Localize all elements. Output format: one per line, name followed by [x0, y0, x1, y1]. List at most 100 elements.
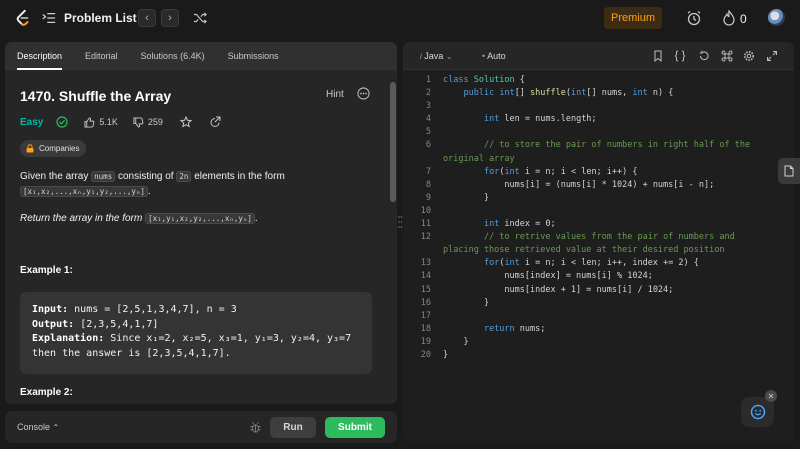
thumbs-up-icon[interactable] — [84, 116, 95, 128]
lock-icon — [26, 144, 34, 153]
premium-button[interactable]: Premium — [604, 7, 662, 29]
example-input: nums = [2,5,1,3,4,7], n = 3 — [74, 304, 237, 315]
difficulty-badge: Easy — [20, 116, 44, 128]
return-statement: Return the array in the form [x₁,y₁,x₂,y… — [20, 211, 375, 226]
shuffle-icon[interactable] — [193, 11, 207, 25]
console-toggle[interactable]: Console ⌃ — [17, 422, 59, 432]
thumbs-down-icon[interactable] — [133, 116, 144, 128]
close-icon[interactable]: ✕ — [765, 390, 777, 402]
bookmark-icon[interactable] — [652, 50, 664, 62]
alarm-clock-icon[interactable] — [686, 10, 702, 26]
console-label: Console — [17, 422, 51, 432]
line-number: 20 — [420, 349, 431, 360]
inline-code-return-form: [x₁,y₁,x₂,y₂,...,xₙ,yₙ] — [145, 213, 255, 224]
statement-given: Given the array — [20, 171, 89, 182]
line-number: 16 — [420, 297, 431, 308]
code-line: 11 int index = 0; — [403, 218, 794, 231]
language-select[interactable]: i Java ⌄ — [420, 51, 453, 61]
code-line: 14 nums[index] = nums[i] % 1024; — [403, 270, 794, 283]
example-2-title: Example 2: — [20, 387, 73, 398]
avatar[interactable] — [768, 9, 785, 26]
language-label: Java — [424, 51, 444, 61]
statement-consisting: consisting of — [118, 171, 174, 182]
braces-icon[interactable] — [674, 50, 686, 62]
leetcode-logo-icon[interactable] — [14, 9, 32, 27]
tab-solutions[interactable]: Solutions (6.4K) — [141, 42, 205, 70]
settings-gear-icon[interactable] — [743, 50, 755, 62]
chevron-right-icon: › — [168, 12, 172, 24]
run-button[interactable]: Run — [270, 417, 316, 438]
tab-editorial[interactable]: Editorial — [85, 42, 118, 70]
code-line: 8 nums[i] = (nums[i] * 1024) + nums[i - … — [403, 179, 794, 192]
more-options-icon[interactable] — [357, 87, 370, 100]
tab-submissions[interactable]: Submissions — [228, 42, 279, 70]
return-period: . — [254, 213, 258, 224]
tab-description[interactable]: Description — [17, 42, 63, 70]
code-line-wrap: original array — [443, 153, 515, 164]
code-line: 7 for(int i = n; i < len; i++) { — [403, 166, 794, 179]
code-line: 17 — [403, 310, 794, 323]
problem-meta: Easy 5.1K 259 — [20, 114, 221, 130]
debug-bug-icon[interactable] — [249, 421, 262, 434]
line-number: 9 — [425, 192, 431, 203]
description-panel: Description Editorial Solutions (6.4K) S… — [5, 42, 397, 404]
console-bar: Console ⌃ Run Submit — [5, 411, 397, 443]
line-number: 8 — [425, 179, 431, 190]
code-area[interactable]: 1 class Solution { 2 public int[] shuffle… — [403, 74, 794, 362]
problem-list-icon[interactable] — [42, 11, 56, 25]
example-explanation-1: Since x₁=2, x₂=5, x₃=1, y₁=3, y₂=4, y₃=7 — [110, 333, 352, 344]
return-text: Return the array in the form — [20, 213, 143, 224]
problem-description: 1470. Shuffle the Array Hint Easy 5.1K 2… — [5, 70, 389, 404]
top-bar: Problem List ‹ › Premium 0 — [0, 0, 800, 37]
solved-check-icon — [56, 116, 68, 128]
streak-fire-icon[interactable] — [722, 10, 736, 26]
chevron-left-icon: ‹ — [145, 12, 149, 24]
expand-icon[interactable] — [766, 50, 778, 62]
inline-code-nums: nums — [91, 171, 116, 182]
next-problem-button[interactable]: › — [161, 9, 179, 27]
example-output: [2,3,5,4,1,7] — [80, 318, 159, 330]
line-number: 2 — [425, 88, 431, 99]
code-line: 16 } — [403, 297, 794, 310]
star-icon[interactable] — [179, 116, 192, 128]
share-icon[interactable] — [209, 116, 221, 128]
line-number: 19 — [420, 336, 431, 347]
notes-side-button[interactable] — [778, 158, 800, 184]
problem-list-title[interactable]: Problem List — [64, 11, 137, 25]
code-line: 13 for(int i = n; i < len; i++, index +=… — [403, 257, 794, 270]
code-line: 19 } — [403, 336, 794, 349]
hint-button[interactable]: Hint — [326, 89, 344, 100]
line-number: 18 — [420, 323, 431, 334]
dot-icon: • — [482, 51, 486, 61]
code-line: 6 // to store the pair of numbers in rig… — [403, 139, 794, 152]
code-line: 5 — [403, 126, 794, 139]
chevron-down-icon: ⌄ — [445, 52, 453, 61]
auto-label: Auto — [487, 51, 506, 61]
line-number: 4 — [425, 114, 431, 125]
description-scrollbar[interactable] — [390, 72, 396, 402]
dislikes-count: 259 — [147, 117, 163, 127]
companies-tag[interactable]: Companies — [20, 140, 87, 157]
document-icon — [784, 165, 794, 177]
chevron-up-icon: ⌃ — [52, 423, 60, 432]
problem-title: 1470. Shuffle the Array — [20, 88, 172, 104]
code-line: 20} — [403, 349, 794, 362]
likes-count: 5.1K — [99, 117, 118, 127]
prev-problem-button[interactable]: ‹ — [138, 9, 156, 27]
line-number: 7 — [425, 166, 431, 177]
example-1-title: Example 1: — [20, 265, 73, 276]
statement-period: . — [147, 186, 151, 197]
line-number: 11 — [420, 219, 431, 230]
code-line: 4 int len = nums.length; — [403, 113, 794, 126]
line-number: 15 — [420, 284, 431, 295]
example-1-box: Input: nums = [2,5,1,3,4,7], n = 3 Outpu… — [20, 292, 372, 374]
line-number: 10 — [420, 205, 431, 216]
submit-button[interactable]: Submit — [325, 417, 385, 438]
code-line: 18 return nums; — [403, 323, 794, 336]
reset-icon[interactable] — [698, 50, 710, 62]
autocomplete-toggle[interactable]: • Auto — [482, 51, 506, 61]
command-icon[interactable] — [721, 50, 733, 62]
scrollbar-thumb[interactable] — [390, 82, 396, 202]
panel-tabs: Description Editorial Solutions (6.4K) S… — [5, 42, 397, 70]
code-line: 9 } — [403, 192, 794, 205]
